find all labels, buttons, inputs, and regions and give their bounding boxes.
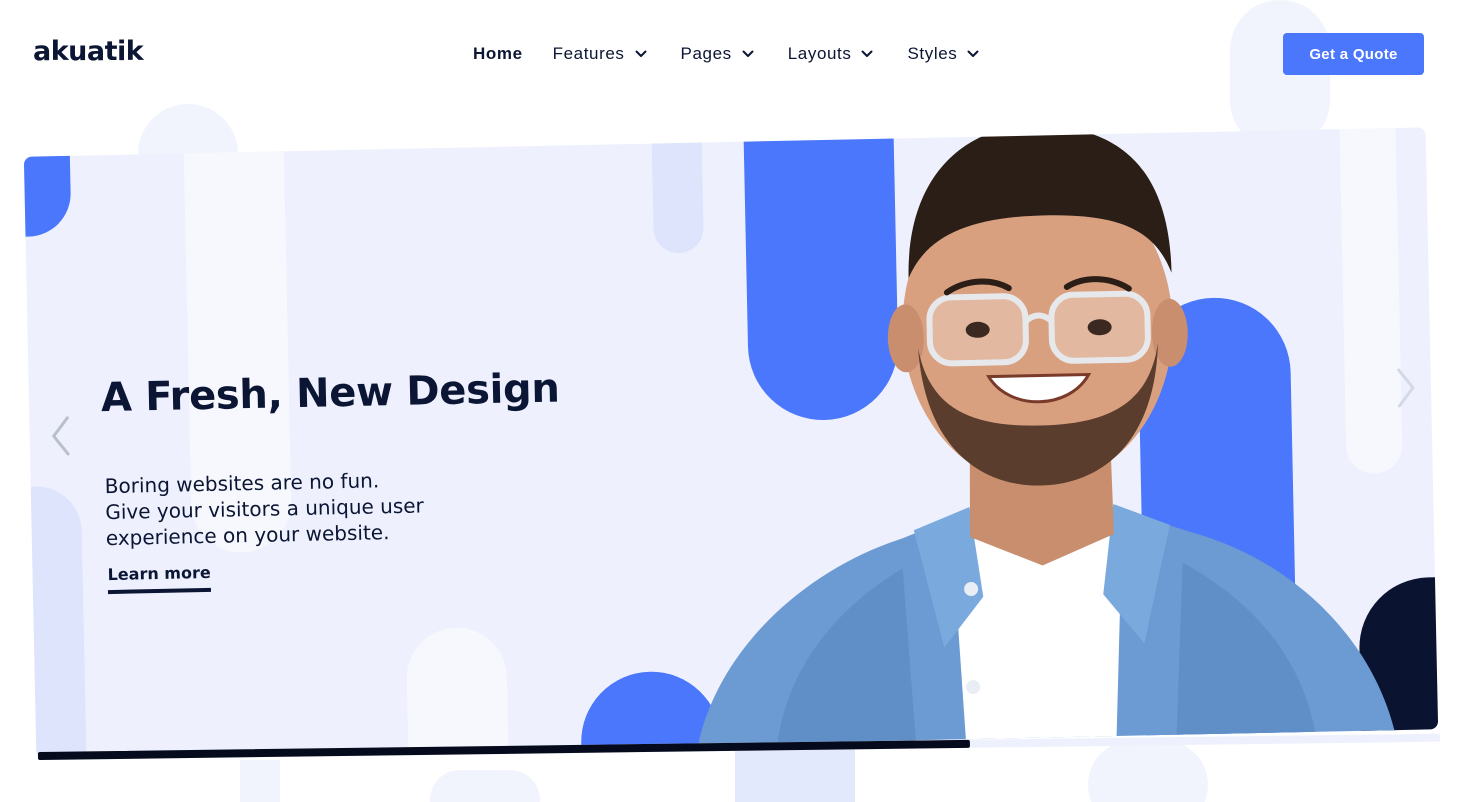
chevron-down-icon	[861, 50, 873, 57]
hero-title: A Fresh, New Design	[100, 365, 560, 422]
logo[interactable]: akuatik	[33, 36, 144, 67]
decor-shape	[23, 485, 88, 759]
chevron-down-icon	[967, 50, 979, 57]
nav-item-label: Pages	[680, 44, 732, 63]
nav-item-home[interactable]: Home	[473, 44, 523, 64]
hero-slider: A Fresh, New Design Boring websites are …	[23, 127, 1439, 759]
nav-item-styles[interactable]: Styles	[907, 44, 980, 64]
hero-description: Boring websites are no fun. Give your vi…	[104, 466, 466, 552]
decor-shape	[405, 626, 510, 759]
nav-item-label: Layouts	[787, 44, 852, 63]
nav-item-label: Features	[552, 44, 625, 63]
nav-item-layouts[interactable]: Layouts	[788, 44, 875, 64]
site-header: akuatik Home Features Pages Layouts Styl…	[0, 0, 1465, 108]
nav-item-label: Styles	[907, 44, 958, 63]
chevron-left-icon[interactable]	[45, 414, 76, 459]
nav-item-features[interactable]: Features	[553, 44, 648, 64]
hero-person-image	[696, 127, 1397, 753]
chevron-down-icon	[635, 50, 647, 57]
nav-item-pages[interactable]: Pages	[681, 44, 755, 64]
hero-description-line: experience on your website.	[105, 520, 390, 551]
hero-slide: A Fresh, New Design Boring websites are …	[23, 127, 1439, 759]
background-decoration	[430, 770, 540, 802]
get-a-quote-button[interactable]: Get a Quote	[1283, 33, 1424, 75]
chevron-right-icon[interactable]	[1391, 366, 1422, 411]
chevron-down-icon	[742, 50, 754, 57]
hero-description-line: Boring websites are no fun.	[104, 468, 380, 499]
background-decoration	[240, 760, 280, 802]
nav-item-label: Home	[473, 44, 523, 63]
main-nav: Home Features Pages Layouts Styles	[473, 44, 980, 64]
learn-more-link[interactable]: Learn more	[107, 562, 212, 595]
decor-shape	[23, 135, 72, 238]
